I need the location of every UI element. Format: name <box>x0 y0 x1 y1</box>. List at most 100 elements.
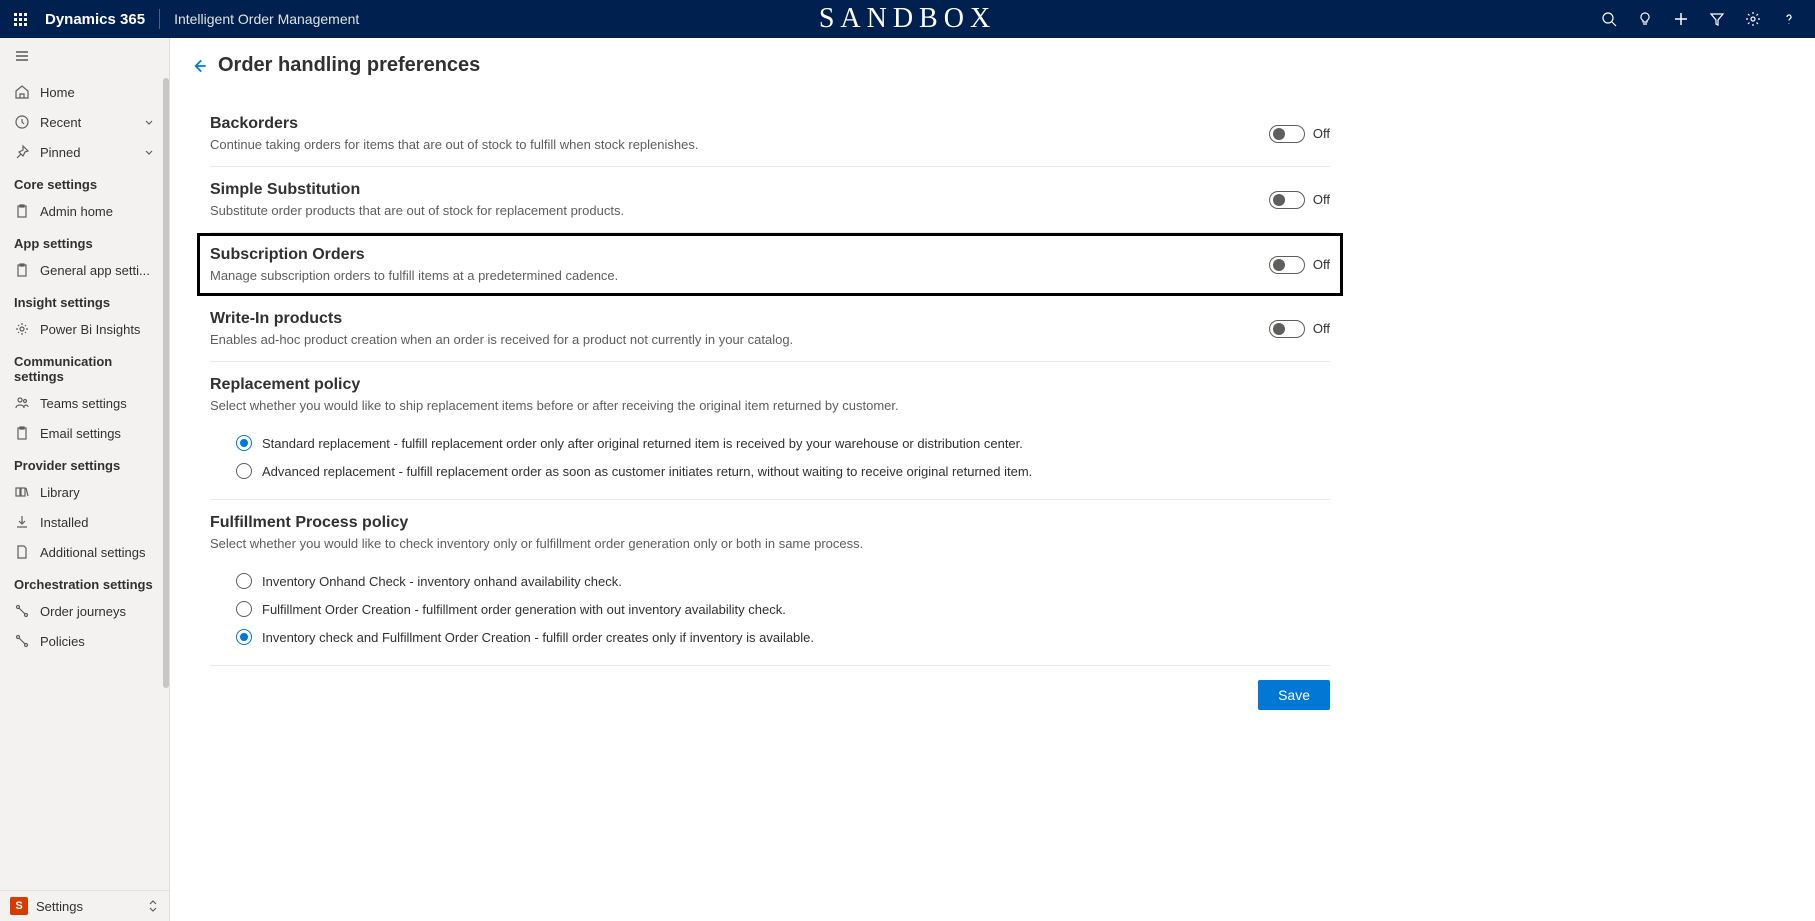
flow-icon <box>14 633 30 649</box>
toggle-state-label: Off <box>1313 126 1330 141</box>
sidebar-label: Pinned <box>40 145 133 160</box>
radio-label: Standard replacement - fulfill replaceme… <box>262 436 1023 451</box>
topbar: Dynamics 365 Intelligent Order Managemen… <box>0 0 1815 38</box>
toggle-state-label: Off <box>1313 257 1330 272</box>
setting-section-fulfillment: Fulfillment Process policy Select whethe… <box>210 500 1330 666</box>
sidebar-label: Policies <box>40 634 155 649</box>
radio-icon <box>236 573 252 589</box>
setting-desc: Enables ad-hoc product creation when an … <box>210 332 1269 347</box>
setting-desc: Select whether you would like to check i… <box>210 536 1330 551</box>
clipboard-icon <box>14 262 30 278</box>
sidebar-item-teams[interactable]: Teams settings <box>0 388 169 418</box>
radio-replacement-advanced[interactable]: Advanced replacement - fulfill replaceme… <box>236 457 1330 485</box>
sidebar-group-comm: Communication settings <box>0 344 169 388</box>
sidebar-item-home[interactable]: Home <box>0 77 169 107</box>
sidebar-label: Admin home <box>40 204 155 219</box>
radio-label: Fulfillment Order Creation - fulfillment… <box>262 602 786 617</box>
radio-fulfillment-inventory[interactable]: Inventory Onhand Check - inventory onhan… <box>236 567 1330 595</box>
radio-fulfillment-both[interactable]: Inventory check and Fulfillment Order Cr… <box>236 623 1330 651</box>
chevron-down-icon <box>143 146 155 158</box>
sidebar-item-library[interactable]: Library <box>0 477 169 507</box>
setting-desc: Continue taking orders for items that ar… <box>210 137 1269 152</box>
people-icon <box>14 395 30 411</box>
sidebar-group-core: Core settings <box>0 167 169 196</box>
sidebar-item-email[interactable]: Email settings <box>0 418 169 448</box>
sidebar-group-insight: Insight settings <box>0 285 169 314</box>
area-badge: S <box>10 897 28 915</box>
app-launcher-icon[interactable] <box>10 9 31 30</box>
radio-replacement-standard[interactable]: Standard replacement - fulfill replaceme… <box>236 429 1330 457</box>
chevron-updown-icon <box>147 899 159 913</box>
sidebar-group-orch: Orchestration settings <box>0 567 169 596</box>
sidebar-item-admin-home[interactable]: Admin home <box>0 196 169 226</box>
toggle-subscription[interactable] <box>1269 256 1305 274</box>
radio-icon <box>236 629 252 645</box>
back-button[interactable] <box>190 57 208 75</box>
radio-icon <box>236 601 252 617</box>
filter-icon[interactable] <box>1709 11 1725 27</box>
sidebar-label: Library <box>40 485 155 500</box>
sidebar-label: Order journeys <box>40 604 155 619</box>
toggle-writein[interactable] <box>1269 320 1305 338</box>
sidebar-item-journeys[interactable]: Order journeys <box>0 596 169 626</box>
sidebar-item-powerbi[interactable]: Power Bi Insights <box>0 314 169 344</box>
setting-row-substitution: Simple Substitution Substitute order pro… <box>210 167 1330 233</box>
sidebar: Home Recent Pinned Core settings Admin h… <box>0 38 170 921</box>
chevron-down-icon <box>143 116 155 128</box>
setting-title: Write-In products <box>210 310 1269 328</box>
toggle-state-label: Off <box>1313 321 1330 336</box>
sidebar-label: Recent <box>40 115 133 130</box>
setting-title: Subscription Orders <box>210 246 1269 264</box>
sidebar-group-app: App settings <box>0 226 169 255</box>
clipboard-icon <box>14 425 30 441</box>
flow-icon <box>14 603 30 619</box>
area-label: Settings <box>36 899 83 914</box>
environment-label: SANDBOX <box>819 3 996 35</box>
sidebar-item-installed[interactable]: Installed <box>0 507 169 537</box>
lightbulb-icon[interactable] <box>1637 11 1653 27</box>
sidebar-group-provider: Provider settings <box>0 448 169 477</box>
sidebar-item-additional[interactable]: Additional settings <box>0 537 169 567</box>
setting-title: Simple Substitution <box>210 181 1269 199</box>
search-icon[interactable] <box>1601 11 1617 27</box>
setting-row-backorders: Backorders Continue taking orders for it… <box>210 101 1330 167</box>
toggle-substitution[interactable] <box>1269 191 1305 209</box>
radio-fulfillment-creation[interactable]: Fulfillment Order Creation - fulfillment… <box>236 595 1330 623</box>
sidebar-label: General app setti... <box>40 263 155 278</box>
gear-icon[interactable] <box>1745 11 1761 27</box>
gear-icon <box>14 321 30 337</box>
setting-desc: Substitute order products that are out o… <box>210 203 1269 218</box>
sidebar-item-recent[interactable]: Recent <box>0 107 169 137</box>
sidebar-toggle-button[interactable] <box>0 38 169 77</box>
main-content: Order handling preferences Backorders Co… <box>170 38 1815 921</box>
save-button[interactable]: Save <box>1258 680 1330 710</box>
sidebar-label: Home <box>40 85 155 100</box>
toggle-backorders[interactable] <box>1269 125 1305 143</box>
sidebar-item-policies[interactable]: Policies <box>0 626 169 656</box>
home-icon <box>14 84 30 100</box>
app-name-label: Intelligent Order Management <box>174 11 359 27</box>
setting-title: Replacement policy <box>210 376 1330 394</box>
sidebar-label: Additional settings <box>40 545 155 560</box>
download-icon <box>14 514 30 530</box>
library-icon <box>14 484 30 500</box>
setting-desc: Manage subscription orders to fulfill it… <box>210 268 1269 283</box>
setting-row-writein: Write-In products Enables ad-hoc product… <box>210 296 1330 362</box>
add-icon[interactable] <box>1673 11 1689 27</box>
sidebar-label: Power Bi Insights <box>40 322 155 337</box>
divider <box>159 9 160 29</box>
help-icon[interactable] <box>1781 11 1797 27</box>
sidebar-area-switcher[interactable]: S Settings <box>0 890 169 921</box>
setting-row-subscription: Subscription Orders Manage subscription … <box>210 236 1330 293</box>
sidebar-item-general-app[interactable]: General app setti... <box>0 255 169 285</box>
sidebar-label: Email settings <box>40 426 155 441</box>
clipboard-icon <box>14 203 30 219</box>
sidebar-item-pinned[interactable]: Pinned <box>0 137 169 167</box>
sidebar-scrollbar[interactable] <box>163 78 169 891</box>
setting-title: Backorders <box>210 115 1269 133</box>
sidebar-label: Teams settings <box>40 396 155 411</box>
radio-label: Advanced replacement - fulfill replaceme… <box>262 464 1032 479</box>
clock-icon <box>14 114 30 130</box>
sidebar-label: Installed <box>40 515 155 530</box>
brand-label: Dynamics 365 <box>45 11 145 28</box>
